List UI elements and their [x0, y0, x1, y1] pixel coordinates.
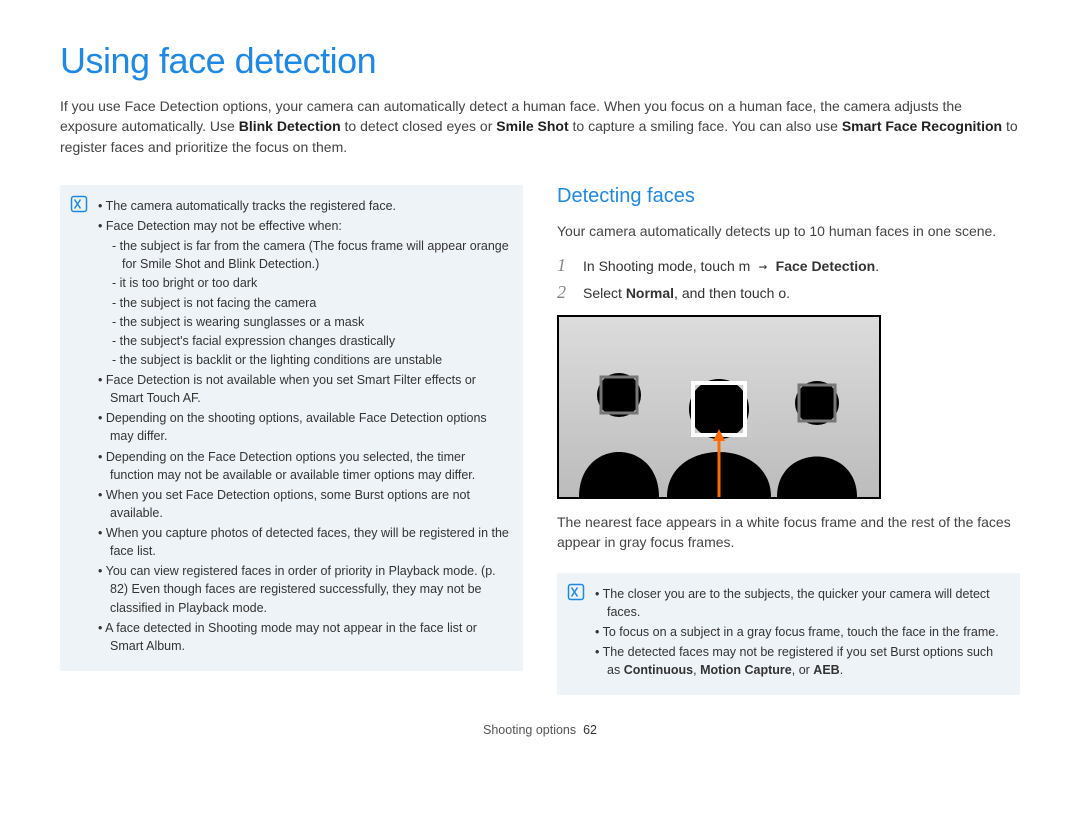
note-item: The detected faces may not be registered… — [595, 643, 1006, 679]
section-heading: Detecting faces — [557, 185, 1020, 208]
note-subitem: the subject is far from the camera (The … — [98, 237, 509, 273]
option-bold: Normal — [626, 285, 674, 301]
note-item: To focus on a subject in a gray focus fr… — [595, 623, 1006, 641]
step-text: In Shooting mode, touch m → Face Detecti… — [583, 258, 879, 275]
intro-paragraph: If you use Face Detection options, your … — [60, 96, 1020, 157]
note-icon — [567, 583, 585, 682]
intro-bold-smart: Smart Face Recognition — [842, 118, 1002, 134]
note-subitem: it is too bright or too dark — [98, 274, 509, 292]
arrow-icon: → — [750, 259, 775, 275]
footer-page-number: 62 — [583, 723, 597, 737]
menu-path-bold: Face Detection — [776, 258, 876, 274]
page-title: Using face detection — [60, 40, 1020, 82]
note-item: When you set Face Detection options, som… — [98, 486, 509, 522]
step-number: 2 — [557, 282, 571, 303]
note-item: The camera automatically tracks the regi… — [98, 197, 509, 215]
note-list: The camera automatically tracks the regi… — [98, 195, 509, 657]
section-paragraph: Your camera automatically detects up to … — [557, 222, 1020, 242]
note-item: Face Detection may not be effective when… — [98, 217, 509, 235]
note-item: You can view registered faces in order o… — [98, 562, 509, 616]
step-item: 1 In Shooting mode, touch m → Face Detec… — [557, 255, 1020, 276]
left-column: The camera automatically tracks the regi… — [60, 185, 523, 695]
note-subitem: the subject's facial expression changes … — [98, 332, 509, 350]
page-footer: Shooting options 62 — [60, 723, 1020, 737]
note-item: Depending on the shooting options, avail… — [98, 409, 509, 445]
ok-glyph: o — [778, 285, 786, 301]
note-list: The closer you are to the subjects, the … — [595, 583, 1006, 682]
figure-caption: The nearest face appears in a white focu… — [557, 513, 1020, 552]
step-item: 2 Select Normal, and then touch o. — [557, 282, 1020, 303]
menu-glyph: m — [739, 258, 751, 274]
note-box-right: The closer you are to the subjects, the … — [557, 573, 1020, 696]
intro-text: to detect closed eyes or — [345, 118, 497, 134]
note-item: When you capture photos of detected face… — [98, 524, 509, 560]
footer-section: Shooting options — [483, 723, 576, 737]
manual-page: Using face detection If you use Face Det… — [0, 0, 1080, 757]
note-item: A face detected in Shooting mode may not… — [98, 619, 509, 655]
note-item: Face Detection is not available when you… — [98, 371, 509, 407]
note-item: The closer you are to the subjects, the … — [595, 585, 1006, 621]
note-subitem: the subject is backlit or the lighting c… — [98, 351, 509, 369]
intro-text: to capture a smiling face. You can also … — [573, 118, 842, 134]
face-detection-figure — [557, 315, 881, 499]
note-subitem: the subject is wearing sunglasses or a m… — [98, 313, 509, 331]
note-box-left: The camera automatically tracks the regi… — [60, 185, 523, 671]
note-item: Depending on the Face Detection options … — [98, 448, 509, 484]
note-icon — [70, 195, 88, 657]
right-column: Detecting faces Your camera automaticall… — [557, 185, 1020, 695]
step-list: 1 In Shooting mode, touch m → Face Detec… — [557, 255, 1020, 303]
step-text: Select Normal, and then touch o. — [583, 285, 790, 301]
step-number: 1 — [557, 255, 571, 276]
note-subitem: the subject is not facing the camera — [98, 294, 509, 312]
intro-bold-smile: Smile Shot — [496, 118, 568, 134]
intro-bold-blink: Blink Detection — [239, 118, 341, 134]
